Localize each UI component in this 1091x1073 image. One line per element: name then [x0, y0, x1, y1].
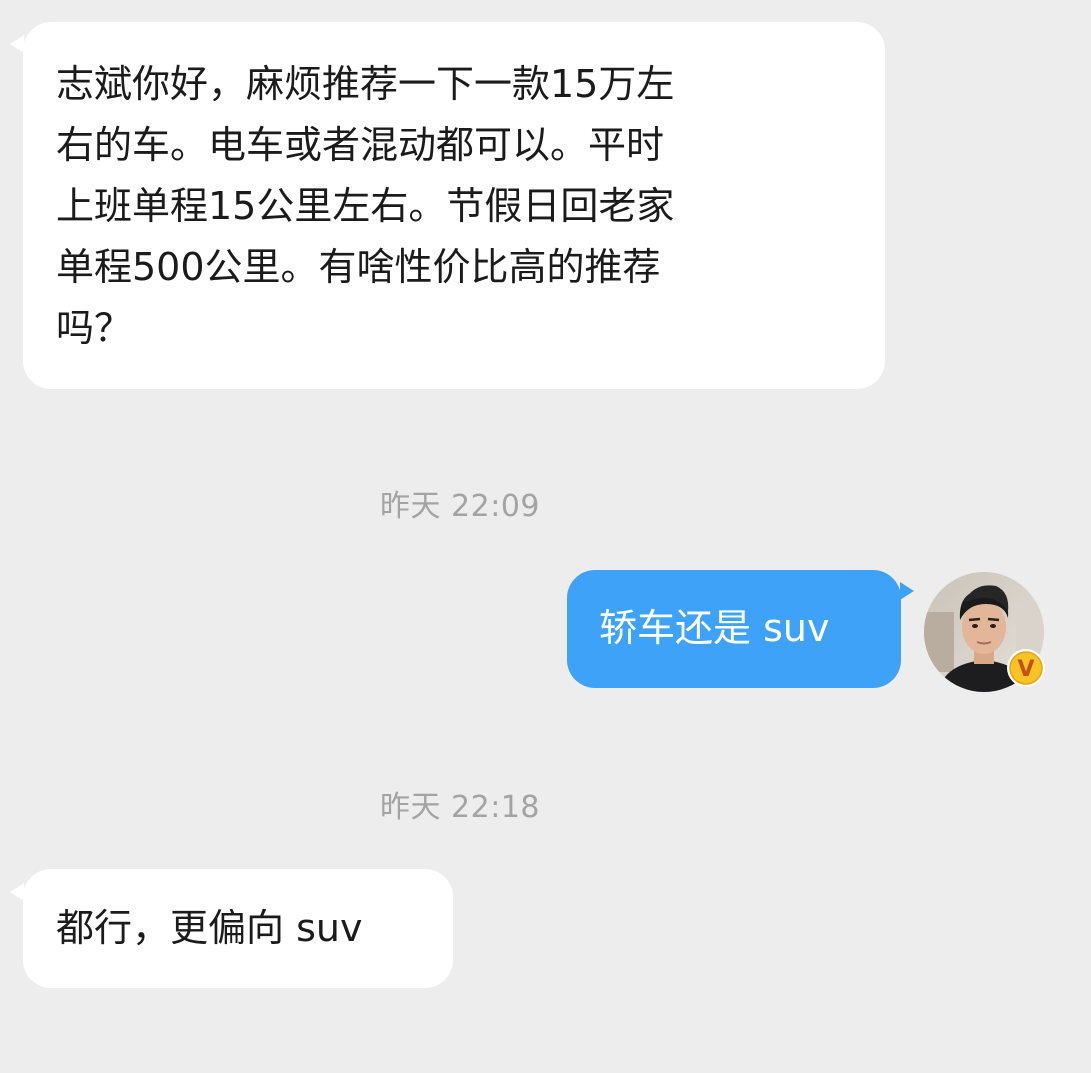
outgoing-message-bubble[interactable]: 轿车还是 suv — [567, 570, 901, 688]
message-timestamp: 昨天 22:09 — [380, 489, 540, 524]
outgoing-bubble-tail — [900, 582, 914, 600]
message-timestamp: 昨天 22:18 — [380, 790, 540, 825]
incoming-message-bubble[interactable]: 都行，更偏向 suv — [23, 869, 453, 988]
incoming-bubble-tail — [10, 883, 24, 901]
message-text-line: 上班单程15公里左右。节假日回老家 — [56, 184, 675, 228]
message-text: 都行，更偏向 suv — [56, 906, 363, 950]
message-text: 轿车还是 suv — [599, 606, 830, 650]
badge-label: V — [1017, 657, 1034, 682]
user-avatar[interactable]: V — [924, 572, 1046, 692]
message-text-line: 吗？ — [56, 306, 133, 350]
verified-v-badge-icon: V — [1006, 648, 1046, 688]
message-text-line: 志斌你好，麻烦推荐一下一款15万左 — [56, 62, 675, 106]
message-text-line: 单程500公里。有啥性价比高的推荐 — [56, 245, 661, 289]
incoming-bubble-tail — [10, 35, 24, 53]
message-text-line: 右的车。电车或者混动都可以。平时 — [56, 123, 665, 167]
incoming-message-bubble[interactable]: 志斌你好，麻烦推荐一下一款15万左 右的车。电车或者混动都可以。平时 上班单程1… — [23, 22, 885, 389]
